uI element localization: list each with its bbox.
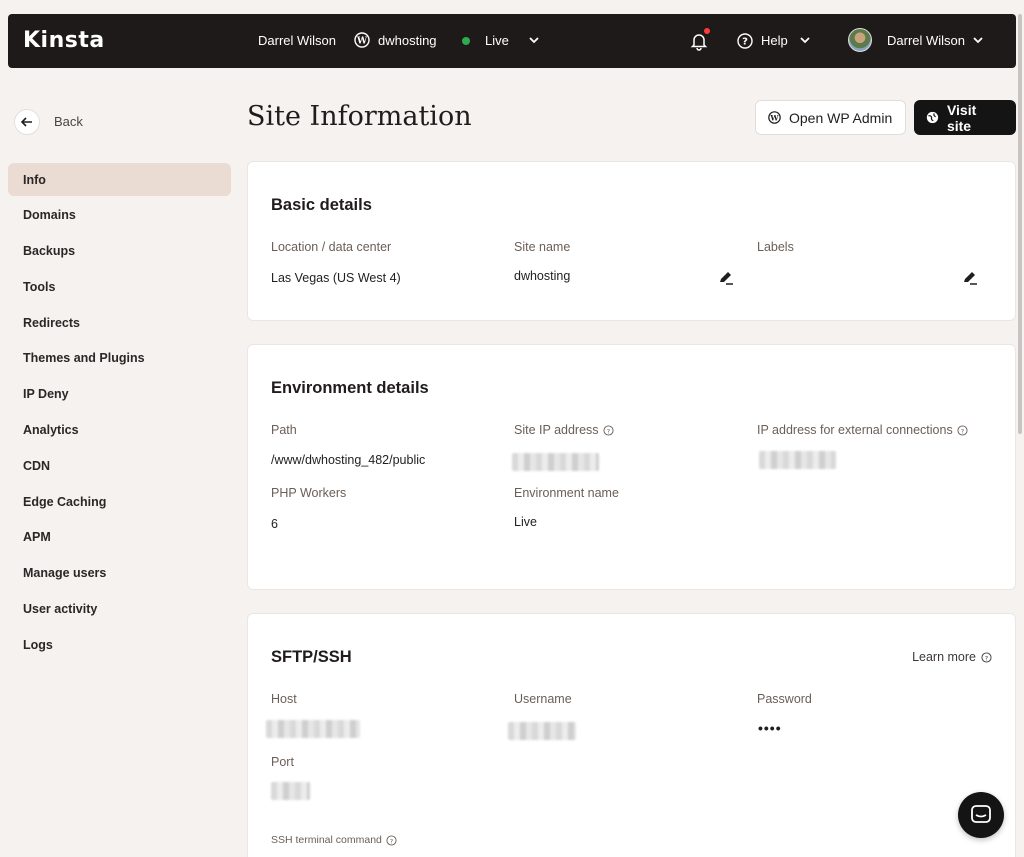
port-label: Port	[271, 755, 294, 769]
account-menu[interactable]: Darrel Wilson	[887, 33, 965, 48]
sftp-ssh-card: SFTP/SSH Learn more ? Host Username Pass…	[247, 613, 1016, 857]
sidebar-item-ip-deny[interactable]: IP Deny	[8, 378, 231, 411]
sidebar-item-cdn[interactable]: CDN	[8, 449, 231, 482]
help-circle-icon[interactable]: ?	[386, 834, 397, 846]
labels-label: Labels	[757, 240, 794, 254]
site-ip-label: Site IP address ?	[514, 423, 614, 437]
chat-icon	[971, 805, 991, 823]
open-wp-admin-label: Open WP Admin	[789, 109, 893, 126]
host-label: Host	[271, 692, 297, 706]
svg-text:?: ?	[985, 654, 988, 662]
sidebar-item-edge-caching[interactable]: Edge Caching	[8, 485, 231, 518]
arrow-left-icon	[20, 117, 32, 127]
path-label: Path	[271, 423, 297, 437]
svg-text:?: ?	[961, 427, 964, 435]
wordpress-icon: W	[768, 111, 781, 124]
site-sidebar-nav: Info Domains Backups Tools Redirects The…	[8, 163, 231, 664]
wordpress-icon: W	[354, 32, 370, 48]
site-name-value: dwhosting	[514, 269, 571, 283]
sidebar-item-info[interactable]: Info	[8, 163, 231, 196]
visit-site-label: Visit site	[946, 101, 977, 134]
external-ip-label-text: IP address for external connections	[757, 423, 953, 437]
path-value: /www/dwhosting_482/public	[271, 453, 426, 467]
sidebar-item-apm[interactable]: APM	[8, 521, 231, 554]
php-workers-label: PHP Workers	[271, 486, 347, 500]
ssh-command-label: SSH terminal command ?	[271, 834, 397, 846]
edit-pencil-icon[interactable]	[962, 269, 978, 285]
help-circle-icon[interactable]: ?	[603, 424, 614, 436]
help-menu[interactable]: Help	[761, 33, 788, 48]
password-label: Password	[757, 692, 812, 706]
top-navigation-bar: Kinsta Darrel Wilson W dwhosting Live ? …	[8, 14, 1016, 68]
chevron-down-icon[interactable]	[972, 34, 984, 46]
help-circle-icon: ?	[981, 651, 992, 663]
ssh-command-label-text: SSH terminal command	[271, 834, 382, 846]
username-label: Username	[514, 692, 572, 706]
sidebar-item-redirects[interactable]: Redirects	[8, 306, 231, 339]
back-button[interactable]	[14, 109, 40, 135]
svg-text:?: ?	[742, 37, 748, 48]
notification-dot	[704, 28, 710, 34]
avatar[interactable]	[848, 28, 872, 52]
location-value: Las Vegas (US West 4)	[271, 271, 401, 285]
site-ip-label-text: Site IP address	[514, 423, 599, 437]
env-name-label: Environment name	[514, 486, 619, 500]
live-status-dot	[462, 37, 470, 45]
sftp-ssh-title: SFTP/SSH	[271, 648, 352, 666]
sidebar-item-logs[interactable]: Logs	[8, 628, 231, 661]
learn-more-text[interactable]: Learn more	[912, 650, 976, 664]
sidebar-item-tools[interactable]: Tools	[8, 270, 231, 303]
site-ip-value-redacted	[512, 453, 599, 471]
external-ip-label: IP address for external connections ?	[757, 423, 968, 437]
help-circle-icon[interactable]: ?	[737, 33, 753, 49]
basic-details-card: Basic details Location / data center Las…	[247, 161, 1016, 321]
password-value: ••••	[758, 720, 782, 736]
visit-site-button[interactable]: Visit site	[914, 100, 1016, 135]
svg-text:W: W	[769, 113, 779, 122]
chevron-down-icon[interactable]	[799, 34, 811, 46]
sidebar-item-analytics[interactable]: Analytics	[8, 414, 231, 447]
environment-details-title: Environment details	[271, 379, 429, 397]
svg-text:?: ?	[606, 427, 609, 435]
environment-switcher[interactable]: Live	[485, 33, 509, 48]
sidebar-item-manage-users[interactable]: Manage users	[8, 557, 231, 590]
help-circle-icon[interactable]: ?	[957, 424, 968, 436]
open-wp-admin-button[interactable]: W Open WP Admin	[755, 100, 906, 135]
svg-text:W: W	[356, 37, 368, 47]
php-workers-value: 6	[271, 517, 278, 531]
sidebar-item-user-activity[interactable]: User activity	[8, 593, 231, 626]
sidebar-item-themes-plugins[interactable]: Themes and Plugins	[8, 342, 231, 375]
site-name-label: Site name	[514, 240, 571, 254]
username-value-redacted	[508, 722, 576, 740]
site-switcher[interactable]: dwhosting	[378, 33, 437, 48]
chat-support-button[interactable]	[958, 792, 1004, 838]
globe-icon	[926, 111, 939, 124]
page-title: Site Information	[247, 101, 472, 132]
edit-pencil-icon[interactable]	[718, 269, 734, 285]
chevron-down-icon[interactable]	[528, 34, 540, 46]
learn-more-link[interactable]: Learn more ?	[912, 650, 992, 664]
company-switcher[interactable]: Darrel Wilson	[258, 33, 336, 48]
external-ip-value-redacted	[759, 451, 836, 469]
svg-text:?: ?	[390, 837, 393, 845]
kinsta-logo[interactable]: Kinsta	[23, 28, 105, 53]
host-value-redacted	[266, 720, 360, 738]
bell-icon[interactable]	[690, 31, 708, 51]
back-label[interactable]: Back	[54, 114, 83, 129]
port-value-redacted	[271, 782, 310, 800]
page-scrollbar[interactable]	[1018, 14, 1022, 434]
location-label: Location / data center	[271, 240, 392, 254]
sidebar-item-backups[interactable]: Backups	[8, 235, 231, 268]
env-name-value: Live	[514, 515, 537, 529]
sidebar-item-domains[interactable]: Domains	[8, 199, 231, 232]
basic-details-title: Basic details	[271, 196, 372, 214]
environment-details-card: Environment details Path /www/dwhosting_…	[247, 344, 1016, 590]
